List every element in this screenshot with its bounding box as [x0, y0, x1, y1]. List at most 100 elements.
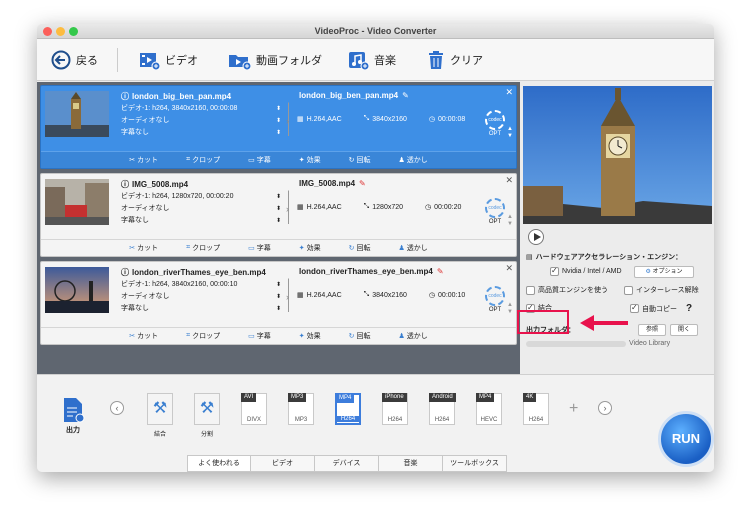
play-button[interactable]	[528, 229, 544, 245]
subtitle-track[interactable]: 字幕なし	[121, 129, 149, 136]
watermark-icon: ♟	[398, 157, 405, 164]
merge-tool-icon: ⚒	[147, 393, 173, 425]
hq-engine-checkbox[interactable]	[526, 285, 535, 295]
subtitle-button[interactable]: ▭ 字幕	[248, 155, 271, 165]
help-icon[interactable]: ?	[686, 303, 692, 314]
format-mp4-hevc[interactable]: MP4 HEVC	[471, 393, 507, 433]
watermark-button[interactable]: ♟ 透かし	[398, 243, 427, 253]
audio-track[interactable]: オーディオなし	[121, 293, 170, 300]
format-android[interactable]: Android H264	[424, 393, 460, 433]
output-button[interactable]: 出力	[57, 397, 89, 435]
audio-track[interactable]: オーディオなし	[121, 205, 170, 212]
reorder-arrows-icon[interactable]: ▲ ▼	[507, 214, 513, 228]
tab-device[interactable]: デバイス	[315, 455, 379, 472]
run-button[interactable]: RUN	[658, 411, 714, 467]
subtitle-button[interactable]: ▭ 字幕	[248, 243, 271, 253]
tab-video[interactable]: ビデオ	[251, 455, 315, 472]
effect-button[interactable]: ✦ 効果	[299, 331, 321, 341]
output-filename: london_riverThames_eye_ben.mp4 ✎	[299, 267, 444, 276]
rotate-button[interactable]: ↻ 回転	[349, 243, 371, 253]
reorder-arrows-icon[interactable]: ▲ ▼	[507, 302, 513, 316]
folder-label: 動画フォルダ	[256, 55, 322, 67]
watermark-button[interactable]: ♟ 透かし	[398, 331, 427, 341]
cut-button[interactable]: ✂ カット	[129, 243, 158, 253]
tab-popular[interactable]: よく使われる	[187, 455, 251, 472]
effect-button[interactable]: ✦ 効果	[299, 243, 321, 253]
subtitle-track[interactable]: 字幕なし	[121, 305, 149, 312]
audio-track[interactable]: オーディオなし	[121, 117, 170, 124]
add-format-button[interactable]: +	[569, 400, 578, 418]
close-icon[interactable]: ✕	[505, 263, 513, 274]
info-icon[interactable]: ⓘ	[121, 179, 129, 190]
crop-button[interactable]: ⌗ クロップ	[186, 243, 220, 253]
magic-wand-icon: ✦	[298, 157, 305, 164]
video-thumbnail	[45, 267, 109, 313]
info-icon[interactable]: ⓘ	[121, 267, 129, 278]
file-card[interactable]: ⓘ IMG_5008.mp4 ビデオ-1: h264, 1280x720, 00:…	[40, 173, 517, 257]
add-folder-button[interactable]: 動画フォルダ	[227, 49, 322, 71]
reorder-arrows-icon[interactable]: ▲ ▼	[507, 126, 513, 140]
source-info: ビデオ-1: h264, 3840x2160, 00:00:10 ⬍ オーディオな…	[121, 279, 281, 315]
deinterlace-row[interactable]: インターレース解除	[624, 285, 699, 295]
scroll-left-button[interactable]: ‹	[110, 401, 124, 415]
tab-music[interactable]: 音楽	[379, 455, 443, 472]
format-4k[interactable]: 4K H264	[518, 393, 554, 433]
open-folder-button[interactable]: 開く	[670, 324, 698, 336]
rotate-button[interactable]: ↻ 回転	[349, 155, 371, 165]
file-card[interactable]: ⓘ london_riverThames_eye_ben.mp4 ビデオ-1: h…	[40, 261, 517, 345]
auto-copy-row[interactable]: 自動コピー?	[630, 303, 692, 314]
output-path: Video Library	[526, 340, 710, 347]
codec-option-button[interactable]: codec OPT	[484, 286, 506, 313]
file-card[interactable]: ⓘ london_big_ben_pan.mp4 ビデオ-1: h264, 384…	[40, 85, 517, 169]
watermark-button[interactable]: ♟ 透かし	[398, 155, 427, 165]
codec-gear-icon: codec	[485, 110, 505, 130]
scroll-right-button[interactable]: ›	[598, 401, 612, 415]
format-mp4-h264[interactable]: MP4 H264	[328, 393, 368, 433]
edit-actions: ✂ カット ⌗ クロップ ▭ 字幕 ✦ 効果 ↻ 回転 ♟ 透かし	[41, 151, 516, 168]
tab-toolbox[interactable]: ツールボックス	[443, 455, 507, 472]
output-duration: ◷ 00:00:10	[428, 291, 466, 300]
crop-button[interactable]: ⌗ クロップ	[186, 331, 220, 341]
hw-accel-title: ▤ ハードウェアアクセラレーション・エンジン：	[526, 254, 683, 261]
add-music-button[interactable]: 音楽	[347, 49, 396, 71]
hq-engine-row[interactable]: 高品質エンジンを使う	[526, 285, 608, 295]
music-label: 音楽	[374, 55, 396, 67]
auto-copy-checkbox[interactable]	[630, 303, 639, 313]
nvidia-checkbox-row[interactable]: Nvidia / Intel / AMD	[550, 266, 622, 276]
trash-icon	[429, 51, 443, 69]
effect-button[interactable]: ✦ 効果	[299, 155, 321, 165]
film-icon: ▦	[297, 116, 304, 123]
option-button[interactable]: ⚙ オプション	[634, 266, 694, 278]
edit-pencil-icon[interactable]: ✎	[437, 267, 444, 276]
codec-option-button[interactable]: codec OPT	[484, 110, 506, 137]
resize-icon: ⤡	[363, 291, 370, 298]
subtitle-track[interactable]: 字幕なし	[121, 217, 149, 224]
subtitle-button[interactable]: ▭ 字幕	[248, 331, 271, 341]
format-mp3[interactable]: MP3 MP3	[283, 393, 319, 433]
close-icon[interactable]: ✕	[505, 175, 513, 186]
nvidia-checkbox[interactable]	[550, 266, 559, 276]
format-split[interactable]: ⚒ 分割	[189, 393, 225, 438]
cut-button[interactable]: ✂ カット	[129, 331, 158, 341]
edit-pencil-icon[interactable]: ✎	[359, 179, 366, 188]
clear-button[interactable]: クリア	[427, 49, 483, 71]
format-merge[interactable]: ⚒ 結合	[142, 393, 178, 438]
scissors-icon: ✂	[129, 333, 136, 340]
browse-button[interactable]: 参照	[638, 324, 666, 336]
resize-icon: ⤡	[363, 115, 370, 122]
format-iphone[interactable]: iPhone H264	[377, 393, 413, 433]
video-thumbnail	[45, 179, 109, 225]
add-video-button[interactable]: ビデオ	[138, 49, 198, 71]
back-button[interactable]: 戻る	[51, 49, 98, 71]
info-icon[interactable]: ⓘ	[121, 91, 129, 102]
deinterlace-checkbox[interactable]	[624, 285, 633, 295]
crop-button[interactable]: ⌗ クロップ	[186, 155, 220, 165]
edit-pencil-icon[interactable]: ✎	[402, 91, 409, 100]
format-avi[interactable]: AVI DIVX	[236, 393, 272, 433]
rotate-button[interactable]: ↻ 回転	[349, 331, 371, 341]
app-window: VideoProc - Video Converter 戻る ビデオ 動画フォル…	[37, 24, 714, 472]
codec-option-button[interactable]: codec OPT	[484, 198, 506, 225]
close-icon[interactable]: ✕	[505, 87, 513, 98]
gear-icon: ⚙	[645, 269, 651, 275]
cut-button[interactable]: ✂ カット	[129, 155, 158, 165]
